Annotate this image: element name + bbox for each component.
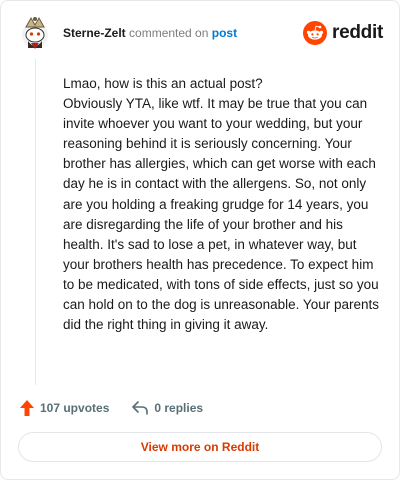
reply-button[interactable]: 0 replies [131,400,203,416]
commented-on-text: commented on [129,26,209,40]
upvotes-count: 107 upvotes [40,401,110,415]
comment-paragraph: Obviously YTA, like wtf. It may be true … [63,96,379,333]
comment-meta: Sterne-Zelt commented on post [63,26,237,40]
reddit-logo[interactable]: reddit [303,21,383,45]
snoo-avatar-icon [22,16,48,49]
reddit-comment-embed: Sterne-Zelt commented on post reddit Lma… [0,0,400,480]
upvote-button[interactable]: 107 upvotes [19,399,109,417]
user-avatar[interactable] [19,15,51,51]
thread-line [35,59,36,385]
reddit-logo-text: reddit [332,22,383,43]
upvote-arrow-icon [20,400,34,416]
comment-header: Sterne-Zelt commented on post reddit [19,15,385,55]
reply-arrow-icon [132,401,149,415]
replies-count: 0 replies [154,401,204,415]
reddit-snoo-icon [303,21,328,45]
username[interactable]: Sterne-Zelt [63,26,126,40]
post-link[interactable]: post [212,26,237,40]
comment-paragraph: Lmao, how is this an actual post? [63,76,263,91]
view-more-button[interactable]: View more on Reddit [18,432,382,462]
comment-actions: 107 upvotes 0 replies [19,397,203,419]
comment-body: Lmao, how is this an actual post? Obviou… [63,74,381,335]
